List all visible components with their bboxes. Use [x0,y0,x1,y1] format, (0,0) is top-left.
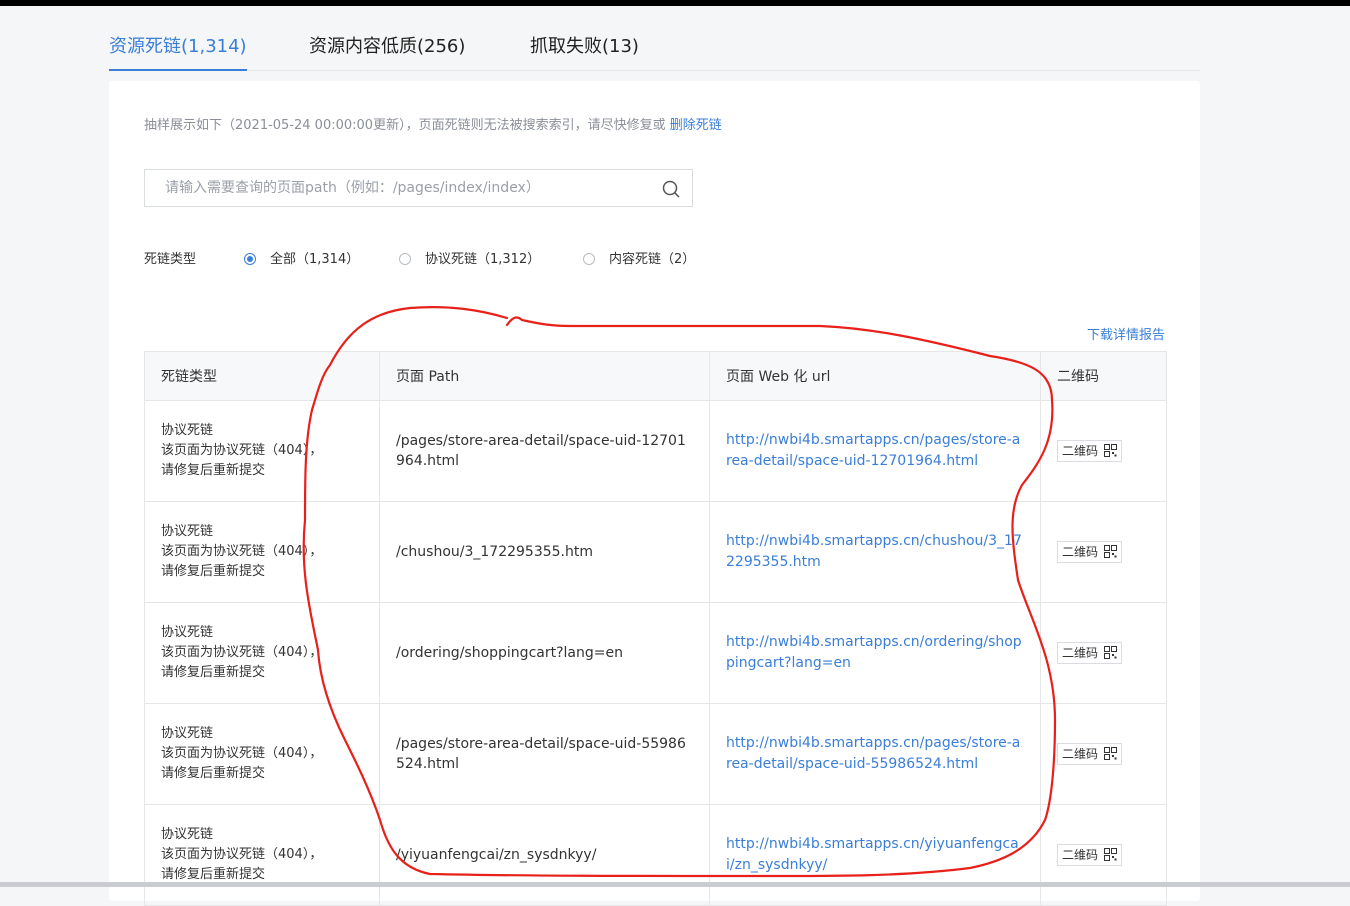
dead-link-hint: 请修复后重新提交 [161,463,266,478]
radio-label: 全部（1,314） [270,252,360,267]
column-header-web-url: 页面 Web 化 url [709,351,1041,401]
dead-link-desc: 该页面为协议死链（404）， [161,645,323,660]
column-header-qr: 二维码 [1040,351,1167,401]
qr-code-icon [1104,545,1118,558]
qr-cell: 二维码 [1040,400,1167,502]
table-row: 协议死链 该页面为协议死链（404）， 请修复后重新提交 /yiyuanfengca… [144,804,1167,906]
table-row: 协议死链该页面为协议死链（404）， 请修复后重新提交 /pages/store-… [144,400,1167,502]
qr-code-button[interactable]: 二维码 [1057,743,1123,765]
qr-label: 二维码 [1062,848,1099,862]
url-cell: http://nwbi4b.smartapps.cn/pages/store-a… [709,400,1041,502]
dead-link-desc: 该页面为协议死链（404）， [161,746,323,761]
filter-label: 死链类型 [144,252,197,267]
qr-code-icon [1104,848,1118,861]
page-path: /yiyuanfengcai/zn_sysdnkyy/ [379,804,710,906]
web-url-link[interactable]: http://nwbi4b.smartapps.cn/ordering/shop… [726,634,1022,671]
web-url-link[interactable]: http://nwbi4b.smartapps.cn/chushou/3_172… [726,533,1022,570]
page-path: /pages/store-area-detail/space-uid-12701… [379,400,710,502]
dead-link-type: 协议死链 [161,827,214,842]
qr-cell: 二维码 [1040,602,1167,704]
qr-cell: 二维码 [1040,804,1167,906]
dead-link-desc: 该页面为协议死链（404）， [161,847,323,862]
page-path: /pages/store-area-detail/space-uid-55986… [379,703,710,805]
dead-link-type: 协议死链 [161,625,214,640]
radio-label: 内容死链（2） [609,252,696,267]
page-path: /ordering/shoppingcart?lang=en [379,602,710,704]
tab-crawl-failed[interactable]: 抓取失败(13) [530,34,639,69]
dead-link-hint: 请修复后重新提交 [161,564,266,579]
qr-code-icon [1104,444,1118,457]
top-bar [0,0,1350,6]
delete-dead-links-link[interactable]: 删除死链 [670,118,722,133]
url-cell: http://nwbi4b.smartapps.cn/pages/store-a… [709,703,1041,805]
table-header-row: 死链类型 页面 Path 页面 Web 化 url 二维码 [144,351,1167,401]
web-url-link[interactable]: http://nwbi4b.smartapps.cn/pages/store-a… [726,735,1020,772]
table-row: 协议死链该页面为协议死链（404）， 请修复后重新提交 /pages/store-… [144,703,1167,805]
tab-low-quality[interactable]: 资源内容低质(256) [309,34,465,69]
dead-link-type: 协议死链 [161,423,214,438]
search-box [144,169,693,207]
sample-notice: 抽样展示如下（2021-05-24 00:00:00更新），页面死链则无法被搜索… [144,116,722,136]
dead-link-hint: 请修复后重新提交 [161,665,266,680]
qr-code-button[interactable]: 二维码 [1057,440,1123,462]
qr-cell: 二维码 [1040,501,1167,603]
qr-code-button[interactable]: 二维码 [1057,844,1123,866]
notice-text: 抽样展示如下（2021-05-24 00:00:00更新），页面死链则无法被搜索… [144,118,670,133]
type-cell: 协议死链该页面为协议死链（404）， 请修复后重新提交 [144,602,380,704]
qr-label: 二维码 [1062,444,1099,458]
web-url-link[interactable]: http://nwbi4b.smartapps.cn/pages/store-a… [726,432,1020,469]
table-row: 协议死链该页面为协议死链（404）， 请修复后重新提交 /chushou/3_17… [144,501,1167,603]
type-cell: 协议死链该页面为协议死链（404）， 请修复后重新提交 [144,501,380,603]
qr-label: 二维码 [1062,646,1099,660]
download-report-link[interactable]: 下载详情报告 [1087,324,1165,343]
url-cell: http://nwbi4b.smartapps.cn/chushou/3_172… [709,501,1041,603]
type-cell: 协议死链 该页面为协议死链（404）， 请修复后重新提交 [144,804,380,906]
window-bottom-edge [0,882,1350,887]
search-input[interactable] [145,170,665,206]
radio-dot [244,253,256,265]
column-header-path: 页面 Path [379,351,710,401]
qr-label: 二维码 [1062,545,1099,559]
qr-code-button[interactable]: 二维码 [1057,642,1123,664]
dead-link-table: 死链类型 页面 Path 页面 Web 化 url 二维码 协议死链该页面为协议… [144,351,1167,906]
tab-dead-links[interactable]: 资源死链(1,314) [109,34,247,71]
dead-link-desc: 该页面为协议死链（404）， [161,544,323,559]
dead-link-type: 协议死链 [161,726,214,741]
search-icon[interactable] [661,179,681,199]
radio-label: 协议死链（1,312） [425,252,541,267]
web-url-link[interactable]: http://nwbi4b.smartapps.cn/yiyuanfengcai… [726,836,1019,873]
dead-link-hint: 请修复后重新提交 [161,766,266,781]
url-cell: http://nwbi4b.smartapps.cn/ordering/shop… [709,602,1041,704]
column-header-type: 死链类型 [144,351,380,401]
qr-cell: 二维码 [1040,703,1167,805]
type-cell: 协议死链该页面为协议死链（404）， 请修复后重新提交 [144,400,380,502]
tab-bar: 资源死链(1,314) 资源内容低质(256) 抓取失败(13) [109,28,1200,71]
qr-code-icon [1104,646,1118,659]
dead-link-type: 协议死链 [161,524,214,539]
dead-link-desc: 该页面为协议死链（404）， [161,443,323,458]
type-cell: 协议死链该页面为协议死链（404）， 请修复后重新提交 [144,703,380,805]
qr-label: 二维码 [1062,747,1099,761]
radio-dot [583,253,595,265]
page-path: /chushou/3_172295355.htm [379,501,710,603]
qr-code-button[interactable]: 二维码 [1057,541,1123,563]
url-cell: http://nwbi4b.smartapps.cn/yiyuanfengcai… [709,804,1041,906]
radio-dot [399,253,411,265]
qr-code-icon [1104,747,1118,760]
table-row: 协议死链该页面为协议死链（404）， 请修复后重新提交 /ordering/sho… [144,602,1167,704]
